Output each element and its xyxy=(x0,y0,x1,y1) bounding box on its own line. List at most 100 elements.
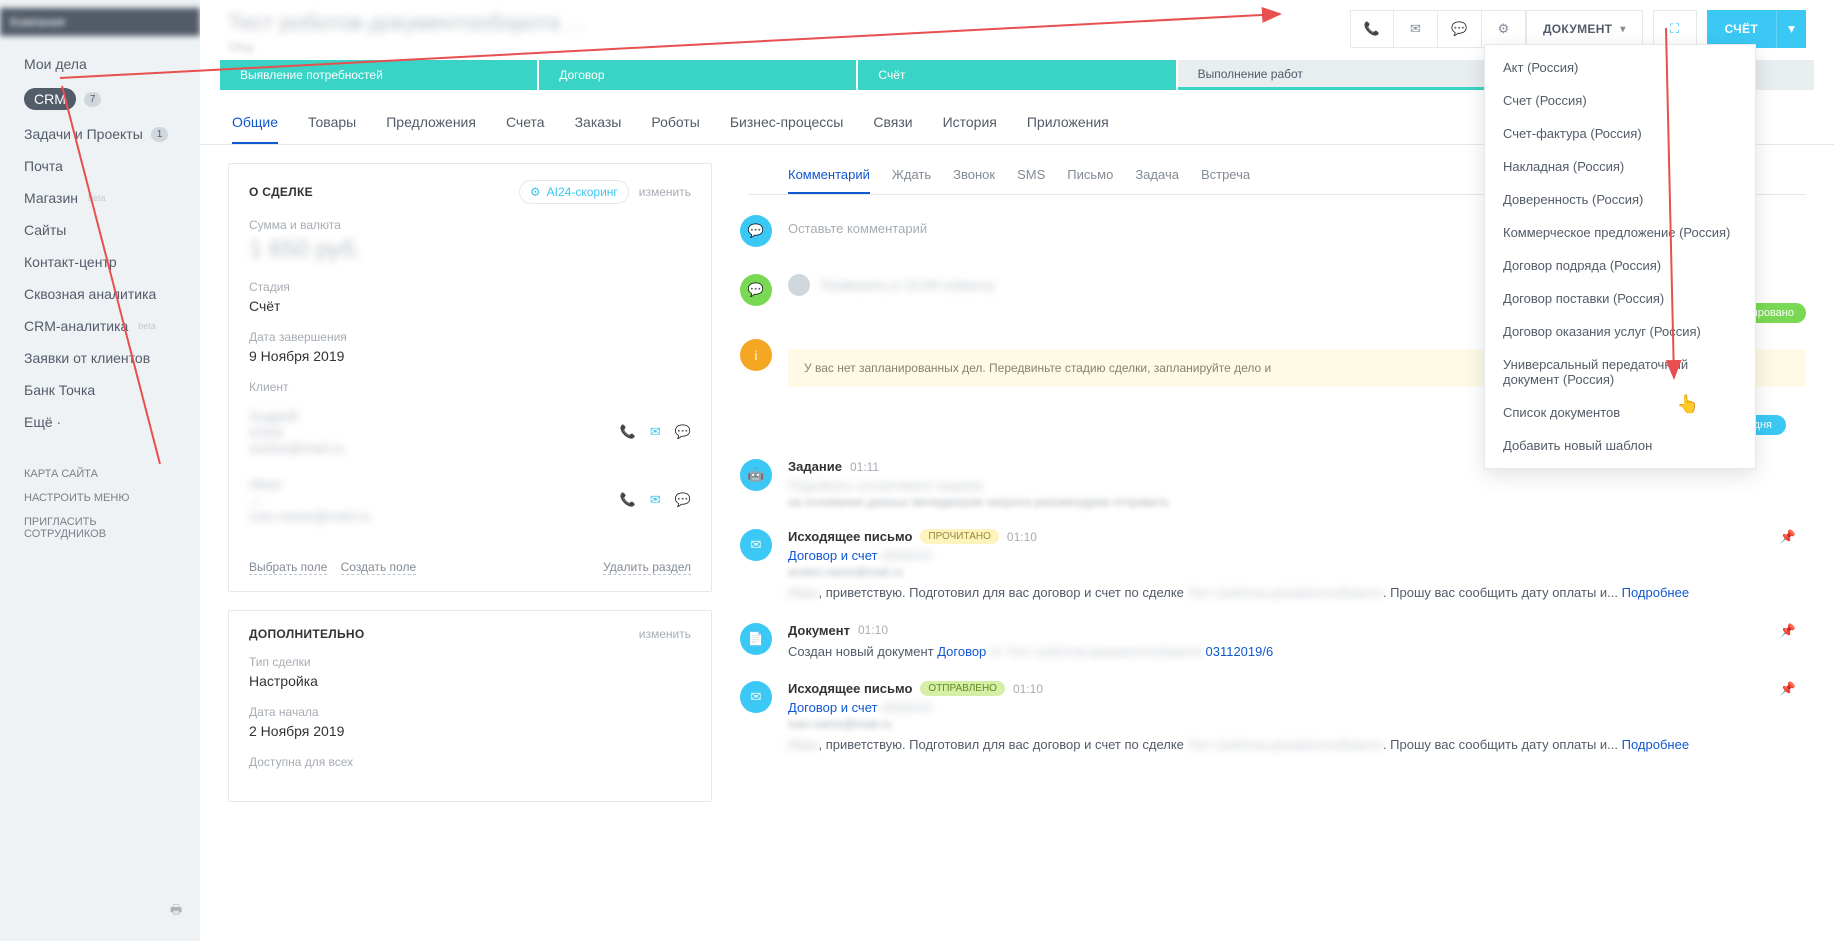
type-value: Настройка xyxy=(249,673,691,689)
stage-contract[interactable]: Договор xyxy=(539,60,856,90)
doc-item-invoice-facture[interactable]: Счет-фактура (Россия) xyxy=(1485,117,1755,150)
sidebar-item-tasks[interactable]: Задачи и Проекты1 xyxy=(0,118,200,150)
email-icon[interactable]: ✉ xyxy=(650,424,661,440)
sidebar-item-bank[interactable]: Банк Точка xyxy=(0,374,200,406)
tab-apps[interactable]: Приложения xyxy=(1027,106,1109,144)
tab-quotes[interactable]: Предложения xyxy=(386,106,476,144)
more-link[interactable]: Подробнее xyxy=(1622,585,1689,600)
phone-icon[interactable]: 📞 xyxy=(1350,10,1394,48)
email-subject[interactable]: Договор и счет #000015 xyxy=(788,700,1806,715)
phone-icon[interactable]: 📞 xyxy=(620,492,636,508)
pin-icon[interactable]: 📌 xyxy=(1780,623,1796,639)
fullscreen-icon[interactable]: ⛶ xyxy=(1653,10,1697,48)
doc-item-contract-work[interactable]: Договор подряда (Россия) xyxy=(1485,249,1755,282)
create-field-link[interactable]: Создать поле xyxy=(341,560,417,575)
tab-invoices[interactable]: Счета xyxy=(506,106,545,144)
sidebar-item-sites[interactable]: Сайты xyxy=(0,214,200,246)
doc-link[interactable]: Договор xyxy=(937,644,986,659)
stage-needs[interactable]: Выявление потребностей xyxy=(220,60,537,90)
chat-icon[interactable]: 💬 xyxy=(1438,10,1482,48)
email-icon[interactable]: ✉ xyxy=(1394,10,1438,48)
doc-item-upd[interactable]: Универсальный передаточный документ (Рос… xyxy=(1485,348,1755,396)
comm-tab-email[interactable]: Письмо xyxy=(1067,163,1113,194)
sidebar-item-requests[interactable]: Заявки от клиентов xyxy=(0,342,200,374)
tab-history[interactable]: История xyxy=(943,106,997,144)
select-field-link[interactable]: Выбрать поле xyxy=(249,560,327,575)
invoice-dropdown[interactable]: ▾ xyxy=(1776,10,1806,48)
sidebar-item-mail[interactable]: Почта xyxy=(0,150,200,182)
planned-icon: 💬 xyxy=(740,274,772,306)
file-icon: 📄 xyxy=(740,623,772,655)
sitemap-link[interactable]: КАРТА САЙТА xyxy=(0,462,200,486)
sidebar-item-crm-analytics[interactable]: CRM-аналитикаbeta xyxy=(0,310,200,342)
sidebar-item-more[interactable]: Ещё · xyxy=(0,406,200,438)
edit-extra-link[interactable]: изменить xyxy=(639,627,691,641)
print-icon[interactable]: 🖶 xyxy=(170,901,182,923)
phone-icon[interactable]: 📞 xyxy=(620,424,636,440)
robot-icon: 🤖 xyxy=(740,459,772,491)
avail-label: Доступна для всех xyxy=(249,755,691,769)
document-button[interactable]: ДОКУМЕНТ ▾ xyxy=(1526,10,1643,48)
more-link[interactable]: Подробнее xyxy=(1622,737,1689,752)
doc-item-add-template[interactable]: Добавить новый шаблон xyxy=(1485,429,1755,462)
stage-invoice[interactable]: Счёт xyxy=(858,60,1175,90)
configure-menu-link[interactable]: НАСТРОИТЬ МЕНЮ xyxy=(0,486,200,510)
doc-item-waybill[interactable]: Накладная (Россия) xyxy=(1485,150,1755,183)
tab-orders[interactable]: Заказы xyxy=(575,106,622,144)
sidebar-item-activities[interactable]: Мои дела xyxy=(0,48,200,80)
tab-robots[interactable]: Роботы xyxy=(651,106,699,144)
gear-icon[interactable]: ⚙ xyxy=(1482,10,1526,48)
doc-item-contract-supply[interactable]: Договор поставки (Россия) xyxy=(1485,282,1755,315)
chat-icon[interactable]: 💬 xyxy=(675,424,691,440)
sidebar-item-analytics[interactable]: Сквозная аналитика xyxy=(0,278,200,310)
client2-name: Иван xyxy=(249,476,370,492)
mail-icon: ✉ xyxy=(740,681,772,713)
chat-icon[interactable]: 💬 xyxy=(675,492,691,508)
pin-icon[interactable]: 📌 xyxy=(1780,681,1796,697)
chevron-down-icon: ▾ xyxy=(1620,24,1625,35)
edit-deal-link[interactable]: изменить xyxy=(639,185,691,199)
stage-work[interactable]: Выполнение работ xyxy=(1178,60,1495,90)
comm-tab-sms[interactable]: SMS xyxy=(1017,163,1045,194)
header-actions: 📞 ✉ 💬 ⚙ ДОКУМЕНТ ▾ ⛶ СЧЁТ ▾ xyxy=(1350,10,1806,48)
start-value: 2 Ноября 2019 xyxy=(249,723,691,739)
doc-item-poa[interactable]: Доверенность (Россия) xyxy=(1485,183,1755,216)
invoice-button[interactable]: СЧЁТ xyxy=(1707,10,1776,48)
sent-badge: ОТПРАВЛЕНО xyxy=(920,681,1005,696)
task-link[interactable]: Подобрать ассортимент ящиков xyxy=(788,478,1806,493)
doc-item-invoice[interactable]: Счет (Россия) xyxy=(1485,84,1755,117)
client1-co: к/зем xyxy=(249,424,344,440)
email-subject[interactable]: Договор и счет #000015 xyxy=(788,548,1806,563)
comment-icon: 💬 xyxy=(740,215,772,247)
sidebar-item-crm[interactable]: CRM7 xyxy=(0,80,200,118)
sidebar-item-contact[interactable]: Контакт-центр xyxy=(0,246,200,278)
tab-relations[interactable]: Связи xyxy=(873,106,912,144)
email-icon[interactable]: ✉ xyxy=(650,492,661,508)
tab-general[interactable]: Общие xyxy=(232,106,278,144)
comm-tab-meeting[interactable]: Встреча xyxy=(1201,163,1250,194)
doc-item-list[interactable]: Список документов xyxy=(1485,396,1755,429)
comm-tab-call[interactable]: Звонок xyxy=(953,163,995,194)
comm-tab-comment[interactable]: Комментарий xyxy=(788,163,870,194)
comm-tab-task[interactable]: Задача xyxy=(1135,163,1179,194)
delete-section-link[interactable]: Удалить раздел xyxy=(603,560,691,575)
client2-co: — xyxy=(249,492,370,508)
extra-card: ДОПОЛНИТЕЛЬНО изменить Тип сделки Настро… xyxy=(228,610,712,802)
doc-item-offer[interactable]: Коммерческое предложение (Россия) xyxy=(1485,216,1755,249)
invite-link[interactable]: ПРИГЛАСИТЬ СОТРУДНИКОВ xyxy=(0,510,200,546)
tab-bizproc[interactable]: Бизнес-процессы xyxy=(730,106,843,144)
doc-num[interactable]: 03112019/6 xyxy=(1205,644,1273,659)
doc-item-act[interactable]: Акт (Россия) xyxy=(1485,51,1755,84)
comm-tab-wait[interactable]: Ждать xyxy=(892,163,931,194)
stage-label: Стадия xyxy=(249,280,691,294)
tab-products[interactable]: Товары xyxy=(308,106,356,144)
avatar xyxy=(788,274,810,296)
pin-icon[interactable]: 📌 xyxy=(1780,529,1796,545)
read-badge: ПРОЧИТАНО xyxy=(920,529,999,544)
close-label: Дата завершения xyxy=(249,330,691,344)
page-subtitle: Oleg xyxy=(228,40,1350,54)
sidebar-item-shop[interactable]: Магазинbeta xyxy=(0,182,200,214)
page-title: Тест роботов-документооборота . . xyxy=(228,10,1350,36)
doc-item-contract-service[interactable]: Договор оказания услуг (Россия) xyxy=(1485,315,1755,348)
ai-scoring-badge[interactable]: ⚙ AI24-скоринг xyxy=(519,180,629,204)
